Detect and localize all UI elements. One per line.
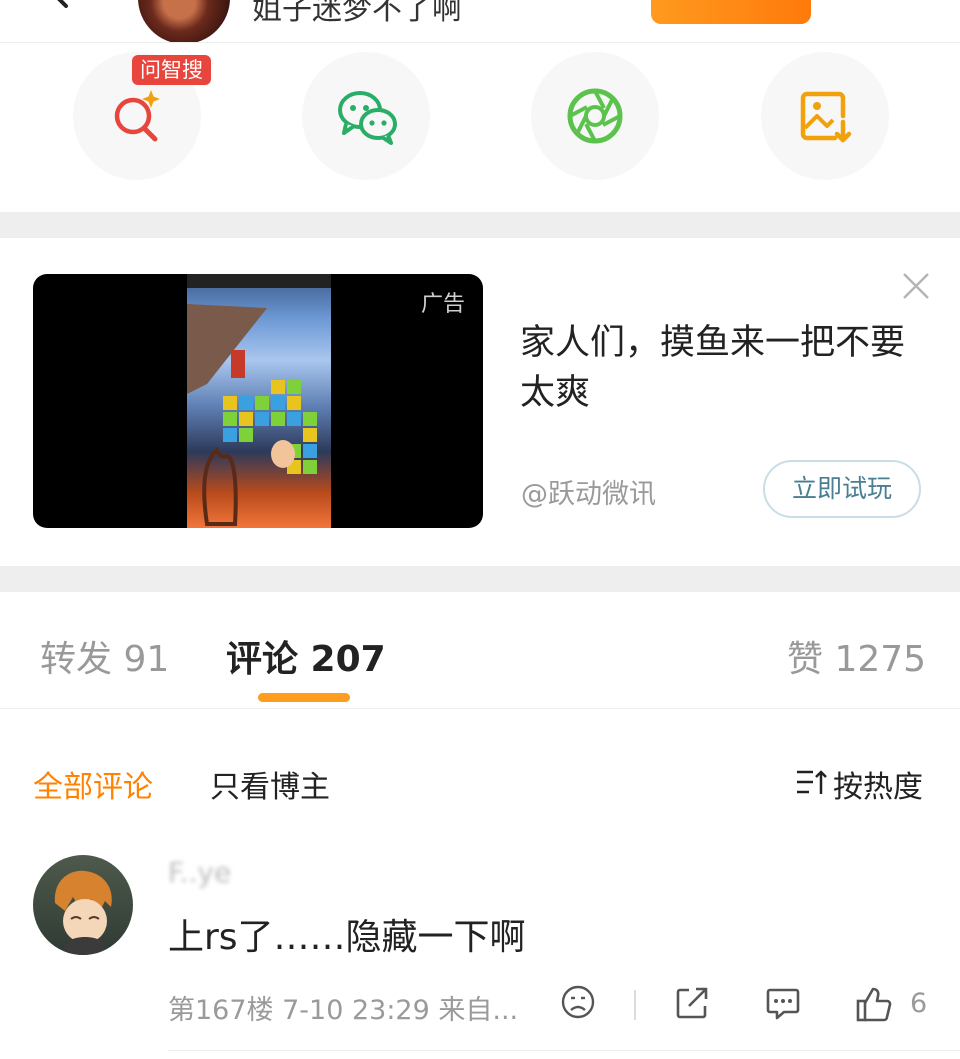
tabs-divider bbox=[0, 708, 960, 709]
like-count: 6 bbox=[910, 988, 928, 1019]
moments-icon bbox=[567, 88, 623, 144]
share-wechat-button[interactable] bbox=[302, 52, 430, 180]
sort-by-hot[interactable]: 按热度 bbox=[833, 762, 923, 806]
ai-search-badge: 问智搜 bbox=[132, 55, 211, 85]
tab-comments[interactable]: 评论 207 bbox=[226, 630, 386, 682]
filter-author-only[interactable]: 只看博主 bbox=[210, 762, 330, 806]
commenter-name[interactable]: F..ye bbox=[168, 856, 231, 889]
section-divider bbox=[0, 566, 960, 592]
comment-divider bbox=[168, 1050, 960, 1051]
ad-game-screenshot bbox=[187, 274, 331, 528]
commenter-avatar[interactable] bbox=[33, 855, 133, 955]
share-icon[interactable] bbox=[673, 984, 711, 1022]
follow-button[interactable] bbox=[651, 0, 811, 24]
tab-repost[interactable]: 转发 91 bbox=[40, 630, 169, 682]
filter-all-comments[interactable]: 全部评论 bbox=[33, 762, 153, 806]
ad-title[interactable]: 家人们，摸鱼来一把不要太爽 bbox=[520, 318, 930, 418]
comment-text: 上rs了……隐藏一下啊 bbox=[168, 917, 526, 958]
ad-label: 广告 bbox=[420, 292, 465, 317]
section-divider bbox=[0, 212, 960, 238]
sort-icon[interactable] bbox=[795, 768, 829, 796]
wechat-icon bbox=[338, 91, 397, 145]
save-image-button[interactable] bbox=[761, 52, 889, 180]
ai-search-icon bbox=[114, 90, 160, 142]
active-tab-indicator bbox=[258, 693, 350, 702]
reply-icon[interactable] bbox=[764, 984, 802, 1022]
sad-face-icon[interactable] bbox=[560, 984, 596, 1020]
top-nav-bar: 姐子迷梦不了啊 bbox=[0, 0, 960, 43]
thumbs-up-icon[interactable] bbox=[855, 984, 895, 1024]
save-image-icon bbox=[800, 91, 852, 143]
comment-meta: 第167楼 7-10 23:29 来自... bbox=[168, 995, 519, 1026]
ad-video-thumbnail[interactable]: 广告 bbox=[33, 274, 483, 528]
poster-name[interactable]: 姐子迷梦不了啊 bbox=[252, 0, 462, 28]
meta-separator bbox=[634, 990, 636, 1020]
tab-likes[interactable]: 赞 1275 bbox=[787, 630, 926, 682]
try-now-button[interactable]: 立即试玩 bbox=[763, 460, 921, 518]
ad-source[interactable]: @跃动微讯 bbox=[521, 472, 656, 511]
share-moments-button[interactable] bbox=[531, 52, 659, 180]
chevron-left-icon[interactable] bbox=[42, 0, 78, 10]
close-icon[interactable] bbox=[900, 270, 932, 302]
poster-avatar[interactable] bbox=[138, 0, 230, 42]
